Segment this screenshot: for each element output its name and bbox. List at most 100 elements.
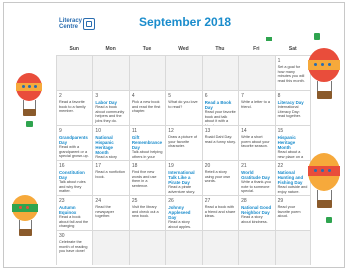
day-number: 27 <box>204 198 211 204</box>
event-description: Read a book about community helpers and … <box>95 105 125 123</box>
day-number: 6 <box>204 93 208 99</box>
calendar-day-cell <box>201 55 239 90</box>
day-of-week-header: Wed <box>178 46 189 52</box>
calendar-day-cell[interactable]: 16 Constitution Day Talk about rules and w… <box>56 160 93 195</box>
day-number: 18 <box>131 163 138 169</box>
event-description: What do you love to read? <box>168 100 198 109</box>
calendar-day-cell[interactable]: 27 Read a book with a friend and share id… <box>201 195 239 230</box>
calendar-day-cell[interactable]: 9 Grandparents Day Read with a grandparent… <box>56 125 93 160</box>
leaf-icon <box>326 217 332 223</box>
event-description: Read a nonfiction book. <box>95 170 125 179</box>
calendar-day-cell[interactable]: 7 Write a letter to a friend. <box>238 90 275 125</box>
event-description: Draw a picture of your favorite characte… <box>168 135 197 149</box>
event-title: Johnny Appleseed Day <box>168 205 191 220</box>
event-description: International Literacy Day: read togethe… <box>277 105 301 119</box>
calendar-day-cell[interactable]: 26 Johnny Appleseed Day Read a story about… <box>165 195 202 230</box>
calendar-day-cell[interactable]: 28 National Good Neighbor Day Read a story… <box>238 195 275 230</box>
calendar-day-cell[interactable]: 5 What do you love to read? <box>165 90 202 125</box>
event-title: Autumn Equinox <box>59 205 77 215</box>
event-title: Constitution Day <box>59 170 85 180</box>
calendar-day-cell <box>238 55 275 90</box>
day-number: 26 <box>168 198 174 204</box>
hot-air-balloon-icon <box>10 195 40 243</box>
day-number: 20 <box>204 163 211 169</box>
day-number: 19 <box>168 163 174 169</box>
calendar-day-cell[interactable]: 21 World Gratitude Day Write a thank-you n… <box>238 160 275 195</box>
day-of-week-header: Thu <box>215 46 225 52</box>
event-description: Read with a grandparent or a special gro… <box>59 145 89 159</box>
page-title: September 2018 <box>139 15 232 29</box>
day-number: 29 <box>277 198 284 204</box>
calendar-day-cell[interactable]: 20 Retell a story using your own words. <box>201 160 239 195</box>
calendar-day-cell[interactable]: 14 Write a short poem about your favorite… <box>238 125 275 160</box>
event-description: Set a goal for how many minutes you will… <box>277 65 305 83</box>
logo-mark-icon <box>83 18 95 30</box>
day-number: 13 <box>204 128 211 134</box>
day-number: 16 <box>59 163 65 169</box>
event-description: Write a letter to a friend. <box>241 100 270 109</box>
day-number: 4 <box>131 93 135 99</box>
day-number: 24 <box>95 198 101 204</box>
calendar-day-cell[interactable]: 10 National Hispanic Heritage Month Read a… <box>92 125 129 168</box>
day-number: 3 <box>95 93 99 99</box>
calendar-day-cell[interactable]: 4 Pick a new book and read the first chap… <box>128 90 166 125</box>
event-description: Read the newspaper together. <box>95 205 114 219</box>
calendar-day-cell[interactable]: 6 Read a Book Day Read your favorite book … <box>201 90 239 128</box>
day-number: 14 <box>241 128 247 134</box>
hot-air-balloon-icon <box>14 73 44 123</box>
calendar-day-cell[interactable]: 17 Read a nonfiction book. <box>92 160 129 195</box>
event-description: Find five new words and use them in a se… <box>131 170 157 188</box>
event-title: Hispanic Heritage Month <box>277 135 296 150</box>
hot-air-balloon-icon <box>306 48 342 103</box>
hot-air-balloon-icon <box>306 153 342 213</box>
calendar-day-cell <box>165 55 202 90</box>
event-description: Read a pirate adventure story. <box>168 185 196 194</box>
event-title: National Good Neighbor Day <box>241 205 272 215</box>
event-description: Read your favorite poem aloud. <box>277 205 301 219</box>
event-description: Talk about rules and why they matter. <box>59 180 86 194</box>
day-number: 2 <box>59 93 62 99</box>
calendar-day-cell[interactable]: 3 Labor Day Read a book about community he… <box>92 90 129 125</box>
day-number: 22 <box>277 163 284 169</box>
logo-text: Literacy Centre <box>59 18 83 30</box>
calendar-day-cell[interactable]: 2 Read a favorite book to a family member… <box>56 90 93 125</box>
day-number: 11 <box>131 128 138 134</box>
calendar-day-cell[interactable]: 13 Roald Dahl Day: read a funny story. <box>201 125 239 160</box>
event-description: Visit the library and check out a new bo… <box>131 205 159 219</box>
calendar-day-cell <box>128 230 166 265</box>
calendar-day-cell <box>92 230 129 265</box>
day-of-week-header: Mon <box>105 46 116 52</box>
event-title: Read a Book Day <box>204 100 232 110</box>
calendar-day-cell[interactable]: 24 Read the newspaper together. <box>92 195 129 230</box>
calendar-day-cell <box>201 230 239 265</box>
calendar-day-cell[interactable]: 18 Find five new words and use them in a … <box>128 160 166 195</box>
event-title: International Talk Like a Pirate Day <box>168 170 195 185</box>
calendar-day-cell[interactable]: 19 International Talk Like a Pirate Day Re… <box>165 160 202 195</box>
event-description: Roald Dahl Day: read a funny story. <box>204 135 236 144</box>
event-description: Read a story about kindness. <box>241 215 268 224</box>
day-number: 7 <box>241 93 244 99</box>
day-number: 30 <box>59 233 65 239</box>
literacy-logo: Literacy Centre <box>59 15 97 33</box>
day-number: 12 <box>168 128 174 134</box>
day-number: 8 <box>277 93 281 99</box>
calendar-day-cell[interactable]: 30 Celebrate the month of reading you hav… <box>56 230 93 265</box>
calendar-day-cell[interactable]: 23 Autumn Equinox Read a book about fall a… <box>56 195 93 233</box>
calendar-day-cell <box>56 55 93 90</box>
day-number: 25 <box>131 198 138 204</box>
calendar-day-cell[interactable]: 11 Gift Remembrance Day Talk about helping… <box>128 125 166 163</box>
day-number: 28 <box>241 198 247 204</box>
event-description: Write a thank-you note to someone specia… <box>241 180 271 194</box>
event-description: Read a book with a friend and share idea… <box>204 205 236 219</box>
event-description: Pick a new book and read the first chapt… <box>131 100 161 114</box>
calendar-day-cell[interactable]: 25 Visit the library and check out a new … <box>128 195 166 230</box>
day-number: 5 <box>168 93 172 99</box>
event-description: Retell a story using your own words. <box>204 170 231 184</box>
calendar-day-cell[interactable]: 12 Draw a picture of your favorite charac… <box>165 125 202 160</box>
event-title: National Hunting and Fishing Day <box>277 170 304 185</box>
leaf-icon <box>314 33 320 40</box>
event-description: Read a story about apples. <box>168 220 192 229</box>
day-number: 9 <box>59 128 62 134</box>
day-number: 23 <box>59 198 65 204</box>
day-of-week-header: Sun <box>69 46 79 52</box>
